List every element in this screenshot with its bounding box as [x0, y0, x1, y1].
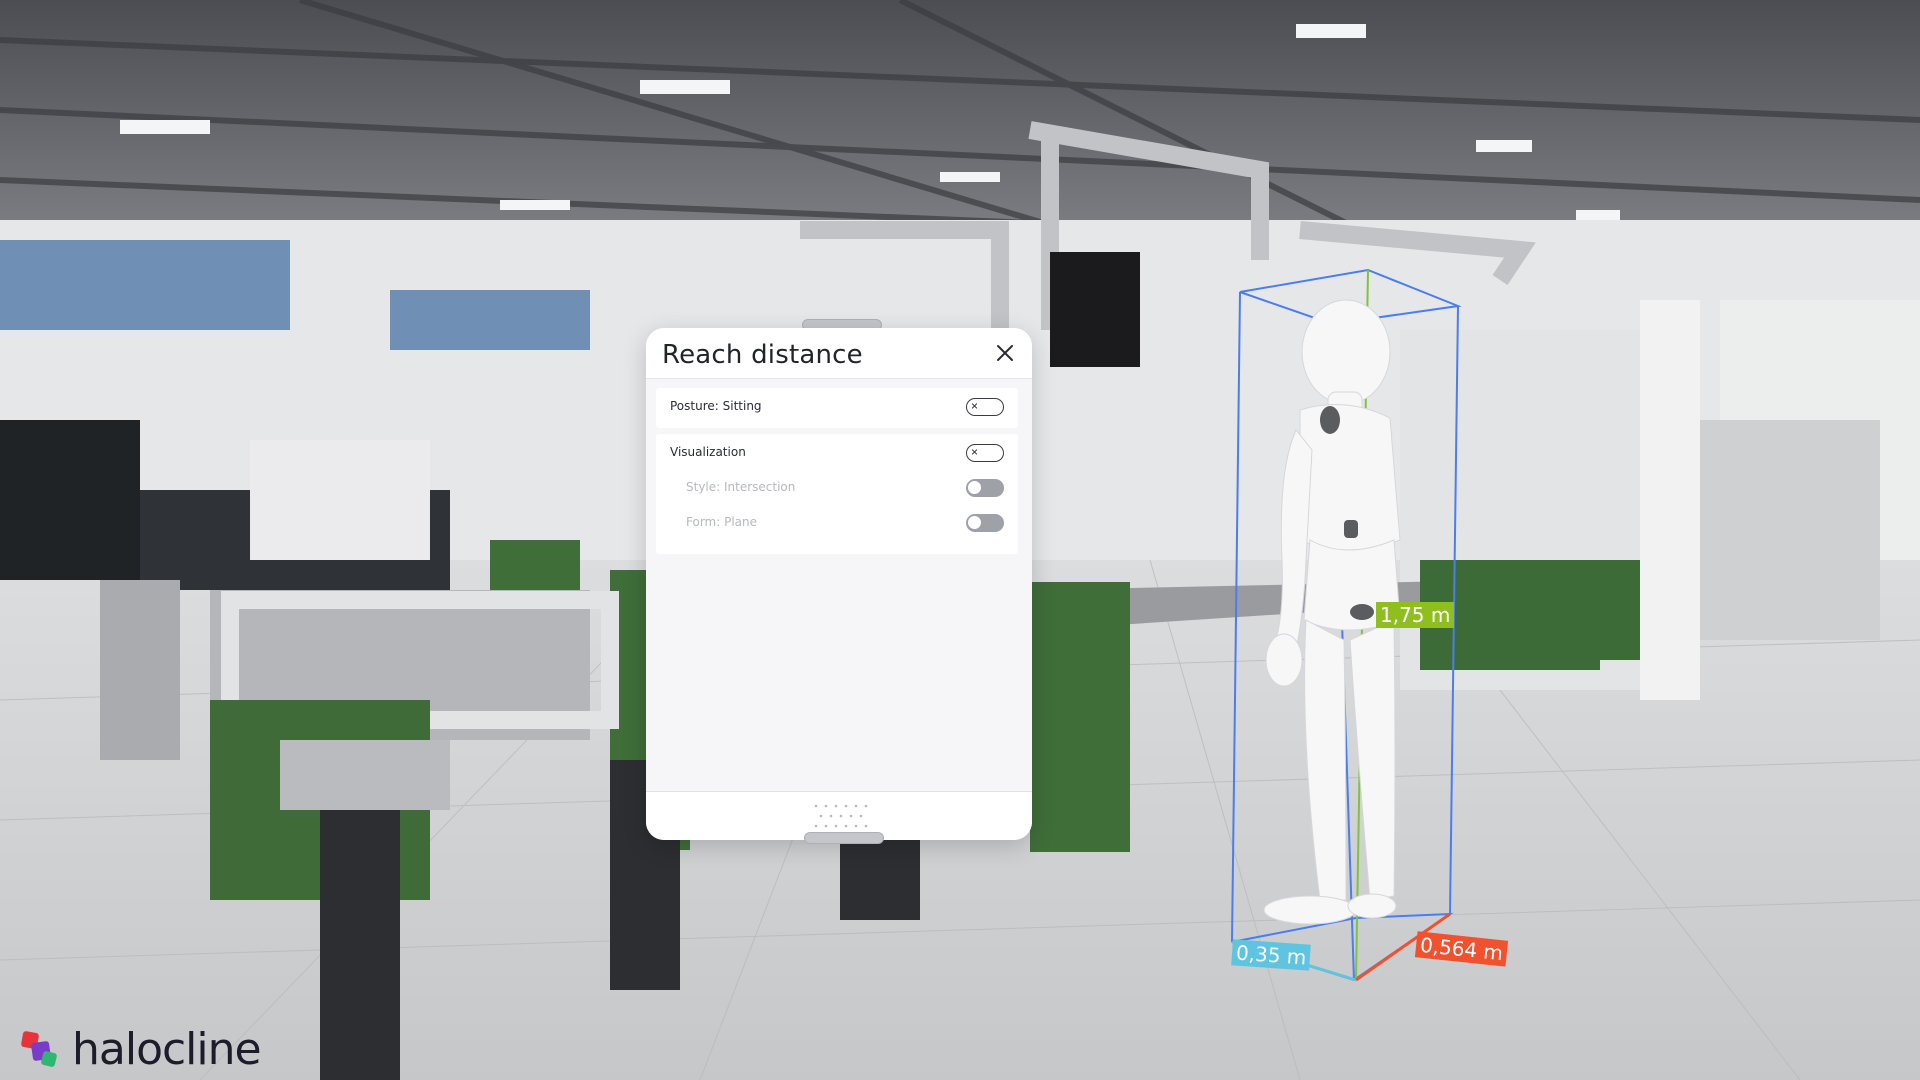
toggle-knob [968, 516, 981, 529]
x-icon: × [971, 445, 979, 459]
visualization-row: Visualization × [656, 437, 1018, 471]
reach-distance-panel: Reach distance Posture: Sitting × Visual… [646, 328, 1032, 840]
toggle-knob [968, 481, 981, 494]
posture-row: Posture: Sitting × [656, 391, 1018, 425]
posture-label: Posture: Sitting [670, 399, 762, 413]
grip-dots-icon[interactable] [812, 802, 870, 830]
halocline-logo-icon [21, 1031, 57, 1067]
form-toggle[interactable] [966, 514, 1004, 532]
posture-toggle[interactable]: × [966, 398, 1004, 416]
height-measurement-label: 1,75 m [1376, 602, 1455, 628]
close-button[interactable] [992, 340, 1018, 366]
form-row: Form: Plane [656, 507, 1018, 541]
style-label: Style: Intersection [686, 480, 796, 494]
panel-drag-handle-bottom[interactable] [804, 832, 884, 844]
visualization-label: Visualization [670, 445, 746, 459]
posture-card: Posture: Sitting × [656, 388, 1018, 428]
style-toggle[interactable] [966, 479, 1004, 497]
visualization-toggle[interactable]: × [966, 444, 1004, 462]
panel-header: Reach distance [646, 328, 1032, 379]
halocline-wordmark: halocline [72, 1024, 262, 1075]
panel-title: Reach distance [662, 340, 863, 370]
visualization-card: Visualization × Style: Intersection Form… [656, 434, 1018, 554]
panel-body: Posture: Sitting × Visualization × Style… [656, 388, 1018, 808]
x-icon: × [971, 399, 979, 413]
style-row: Style: Intersection [656, 472, 1018, 506]
close-icon [997, 345, 1013, 361]
form-label: Form: Plane [686, 515, 757, 529]
depth-measurement-label: 0,35 m [1231, 939, 1312, 971]
